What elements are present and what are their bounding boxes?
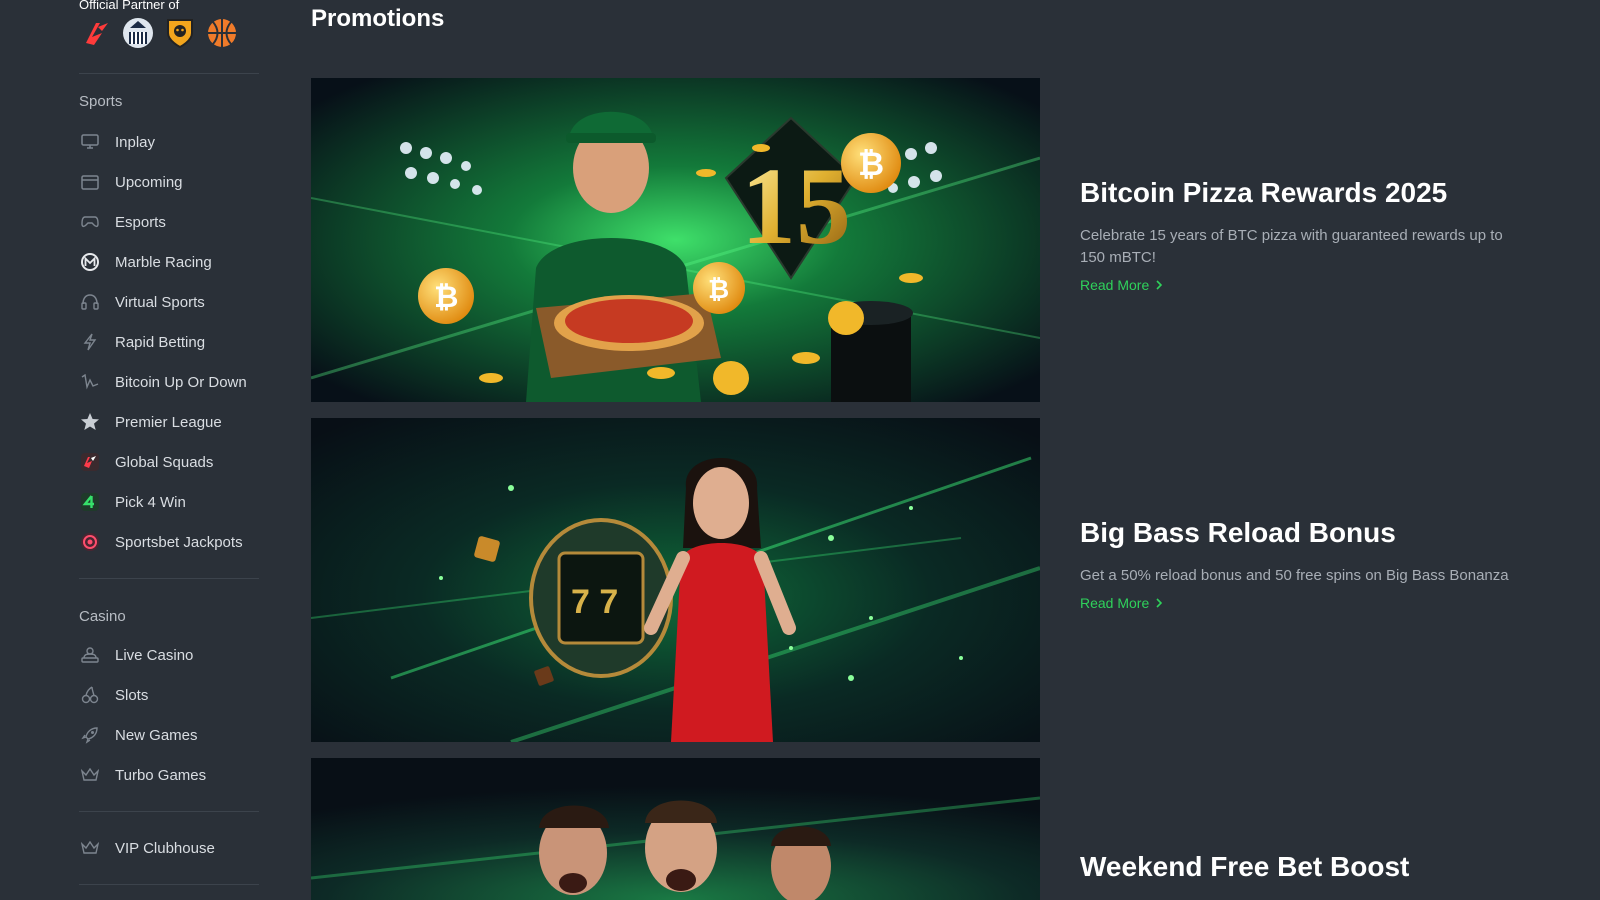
newcastle-logo[interactable]	[121, 16, 155, 50]
crown-icon	[79, 837, 101, 859]
sidebar-item-live-casino[interactable]: Live Casino	[79, 641, 263, 669]
sidebar-item-pick-4-win[interactable]: Pick 4 Win	[79, 488, 263, 516]
sidebar-item-upcoming[interactable]: Upcoming	[79, 168, 263, 196]
promotion-description: Celebrate 15 years of BTC pizza with gua…	[1080, 227, 1503, 266]
sidebar-item-inplay[interactable]: Inplay	[79, 128, 263, 156]
calendar-icon	[79, 171, 101, 193]
sidebar-item-label: Rapid Betting	[115, 333, 206, 351]
page: Official Partner of Sports Inplay Upcomi…	[0, 0, 1600, 900]
promotion-info: Big Bass Reload Bonus Get a 50% reload b…	[1080, 516, 1520, 613]
promotion-title: Big Bass Reload Bonus	[1080, 517, 1396, 548]
sidebar-item-marble-racing[interactable]: Marble Racing	[79, 248, 263, 276]
laliga-logo[interactable]	[79, 16, 113, 50]
sidebar-item-label: Marble Racing	[115, 253, 212, 271]
sidebar-item-slots[interactable]: Slots	[79, 681, 263, 709]
cherry-icon	[79, 684, 101, 706]
sidebar-item-new-games[interactable]: New Games	[79, 721, 263, 749]
jackpot-icon	[79, 531, 101, 553]
promotion-banner-weekend-free-bet[interactable]	[311, 758, 1040, 900]
promotion-banner-bitcoin-pizza[interactable]: 15 ₿ ₿ ₿	[311, 78, 1040, 402]
sidebar-item-label: Bitcoin Up Or Down	[115, 373, 247, 391]
promotion-title: Bitcoin Pizza Rewards 2025	[1080, 177, 1448, 208]
sidebar-divider	[79, 73, 259, 74]
sidebar-item-label: Live Casino	[115, 646, 194, 664]
sidebar-item-turbo-games[interactable]: Turbo Games	[79, 761, 263, 789]
chevron-right-icon	[1156, 280, 1163, 290]
banner-15-text: 15	[741, 145, 851, 267]
promotion-title: Weekend Free Bet Boost	[1080, 851, 1410, 882]
read-more-link[interactable]: Read More	[1080, 595, 1163, 611]
svg-text:₿: ₿	[858, 146, 884, 182]
sidebar-item-label: New Games	[115, 726, 198, 744]
svg-text:₿: ₿	[434, 281, 458, 314]
sidebar-divider	[79, 884, 259, 885]
sidebar-item-vip-clubhouse[interactable]: VIP Clubhouse	[79, 834, 263, 862]
casino-section-title: Casino	[79, 608, 126, 625]
sidebar-item-label: Turbo Games	[115, 766, 207, 784]
read-more-link[interactable]: Read More	[1080, 277, 1163, 293]
partner-logos	[79, 16, 239, 50]
trend-icon	[79, 371, 101, 393]
sidebar-item-rapid-betting[interactable]: Rapid Betting	[79, 328, 263, 356]
sidebar-item-esports[interactable]: Esports	[79, 208, 263, 236]
lightning-icon	[79, 331, 101, 353]
pick4-icon	[79, 491, 101, 513]
sidebar-item-label: VIP Clubhouse	[115, 839, 215, 857]
headset-icon	[79, 291, 101, 313]
global-squads-icon	[79, 451, 101, 473]
sidebar-item-label: Inplay	[115, 133, 156, 151]
sidebar-item-label: Global Squads	[115, 453, 214, 471]
weekend-free-bet-banner-image	[311, 758, 1040, 900]
promotion-banner-big-bass[interactable]: 7 7	[311, 418, 1040, 742]
big-bass-banner-image: 7 7	[311, 418, 1040, 742]
sidebar-item-label: Premier League	[115, 413, 222, 431]
star-icon	[79, 411, 101, 433]
sidebar: Official Partner of Sports Inplay Upcomi…	[79, 0, 263, 900]
promotion-card: Weekend Free Bet Boost	[311, 758, 1511, 900]
read-more-label: Read More	[1080, 277, 1150, 293]
promotion-info: Bitcoin Pizza Rewards 2025 Celebrate 15 …	[1080, 176, 1520, 295]
crown-icon	[79, 764, 101, 786]
sidebar-divider	[79, 811, 259, 812]
sidebar-item-label: Sportsbet Jackpots	[115, 533, 243, 551]
basketball-logo[interactable]	[205, 16, 239, 50]
marble-racing-icon	[79, 251, 101, 273]
gamepad-icon	[79, 211, 101, 233]
promotion-description: Get a 50% reload bonus and 50 free spins…	[1080, 567, 1509, 584]
partner-label: Official Partner of	[79, 0, 180, 12]
sidebar-item-sportsbet-jackpots[interactable]: Sportsbet Jackpots	[79, 528, 263, 556]
bitcoin-pizza-banner-image: 15 ₿ ₿ ₿	[311, 78, 1040, 402]
sidebar-item-global-squads[interactable]: Global Squads	[79, 448, 263, 476]
sidebar-item-label: Pick 4 Win	[115, 493, 186, 511]
sidebar-item-bitcoin-up-or-down[interactable]: Bitcoin Up Or Down	[79, 368, 263, 396]
sidebar-divider	[79, 578, 259, 579]
dealer-icon	[79, 644, 101, 666]
svg-text:₿: ₿	[708, 274, 729, 304]
promotion-info: Weekend Free Bet Boost	[1080, 850, 1511, 884]
hull-city-logo[interactable]	[163, 16, 197, 50]
page-title: Promotions	[311, 5, 445, 32]
promotion-card: 15 ₿ ₿ ₿ Bitcoin Pizza Rewards 2025 Cele…	[311, 78, 1511, 402]
svg-text:7 7: 7 7	[571, 583, 618, 621]
sidebar-item-premier-league[interactable]: Premier League	[79, 408, 263, 436]
sidebar-item-label: Slots	[115, 686, 149, 704]
sidebar-item-label: Esports	[115, 213, 166, 231]
sidebar-item-label: Virtual Sports	[115, 293, 205, 311]
sidebar-item-label: Upcoming	[115, 173, 183, 191]
sports-section-title: Sports	[79, 93, 123, 110]
sidebar-item-virtual-sports[interactable]: Virtual Sports	[79, 288, 263, 316]
monitor-icon	[79, 131, 101, 153]
chevron-right-icon	[1156, 598, 1163, 608]
read-more-label: Read More	[1080, 595, 1150, 611]
rocket-icon	[79, 724, 101, 746]
promotion-card: 7 7 Big Bass Reload Bonus Get a 50% relo…	[311, 418, 1511, 742]
